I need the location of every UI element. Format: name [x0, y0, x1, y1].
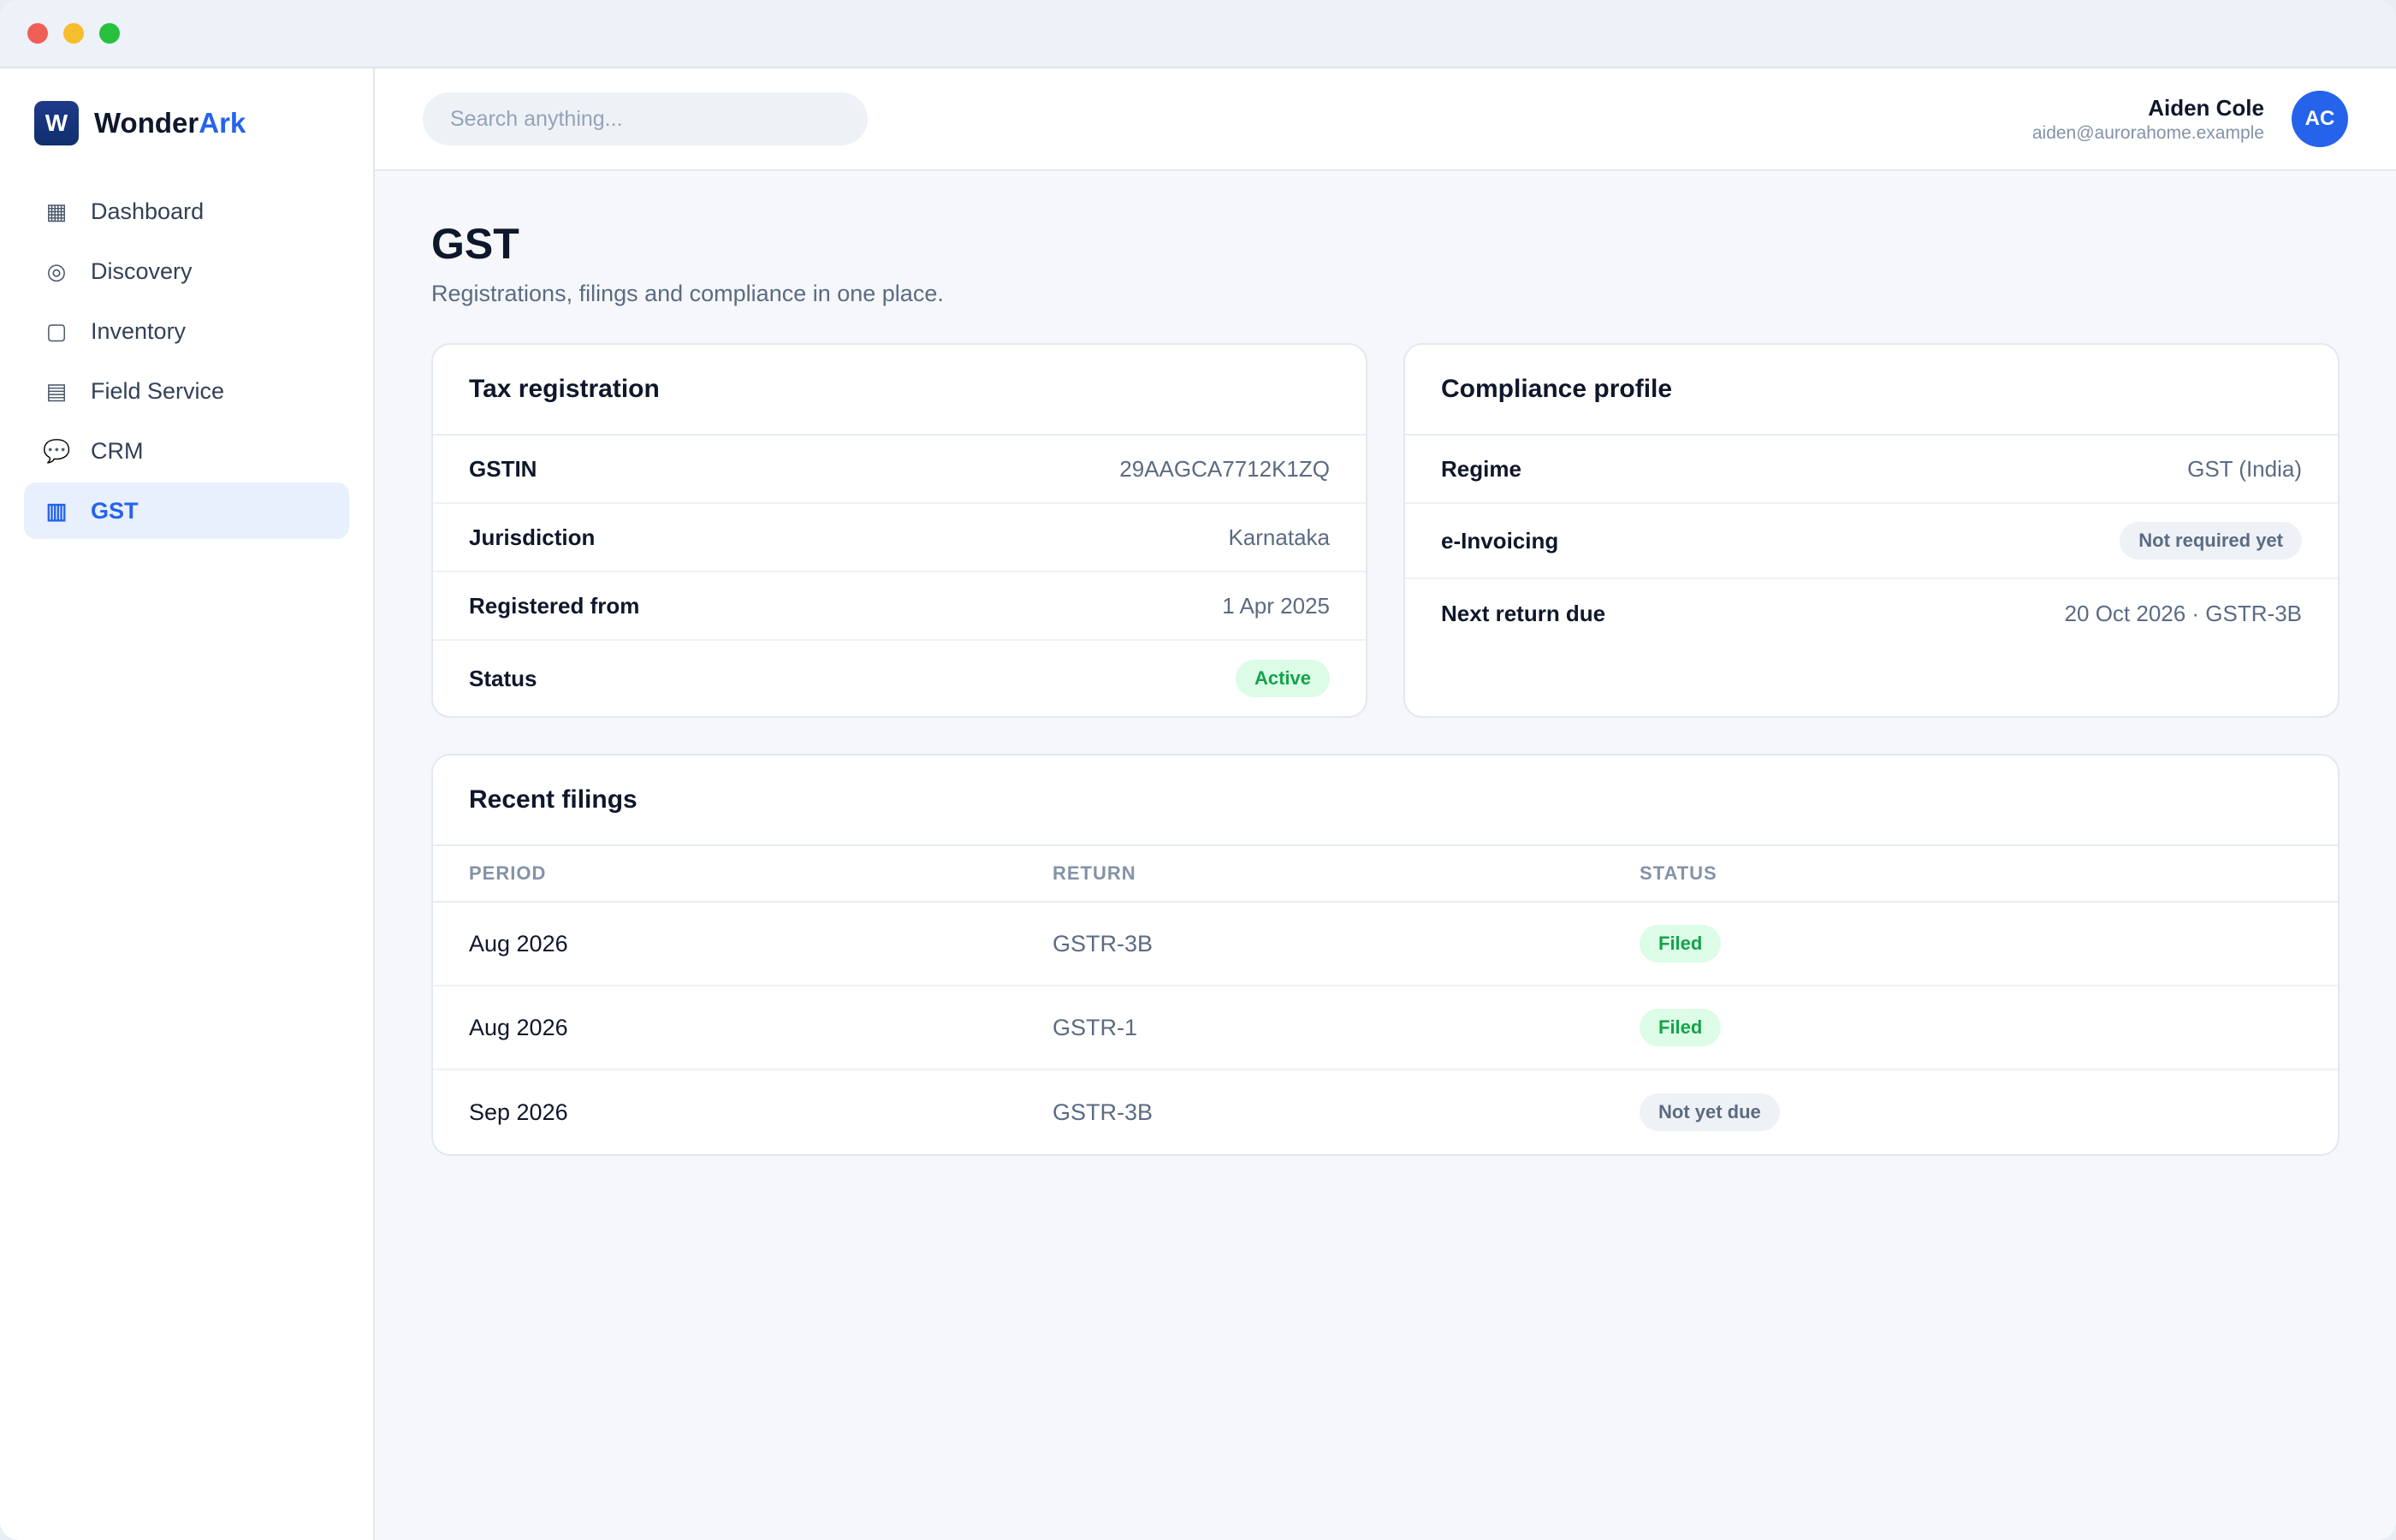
kv-row-regime: Regime GST (India)	[1405, 435, 2338, 504]
cell-period: Aug 2026	[469, 1014, 568, 1040]
kv-label: Next return due	[1441, 600, 1606, 626]
sidebar-item-dashboard[interactable]: ▦ Dashboard	[24, 183, 349, 240]
dashboard-icon: ▦	[45, 198, 68, 224]
kv-row-jurisdiction: Jurisdiction Karnataka	[433, 504, 1366, 572]
table-row[interactable]: Sep 2026 GSTR-3B Not yet due	[433, 1070, 2338, 1154]
cell-period: Sep 2026	[469, 1099, 568, 1125]
status-badge: Filed	[1640, 925, 1722, 962]
sidebar-item-discovery[interactable]: ◎ Discovery	[24, 243, 349, 299]
sidebar-item-label: CRM	[91, 437, 144, 464]
top-bar: Aiden Cole aiden@aurorahome.example AC	[375, 68, 2396, 171]
kv-row-status: Status Active	[433, 641, 1366, 716]
card-title: Compliance profile	[1405, 345, 2338, 435]
sidebar-item-field-service[interactable]: ▤ Field Service	[24, 363, 349, 419]
card-title: Recent filings	[433, 755, 2338, 846]
table-row[interactable]: Aug 2026 GSTR-1 Filed	[433, 986, 2338, 1070]
title-bar	[0, 0, 2396, 68]
sidebar-item-inventory[interactable]: ▢ Inventory	[24, 303, 349, 359]
sidebar-item-label: GST	[91, 497, 139, 524]
status-badge: Not yet due	[1640, 1093, 1780, 1131]
kv-label: GSTIN	[469, 455, 537, 482]
kv-label: Regime	[1441, 455, 1521, 482]
inventory-icon: ▢	[45, 317, 68, 344]
kv-label: Jurisdiction	[469, 524, 596, 550]
close-window-button[interactable]	[27, 23, 48, 44]
brand-name: WonderArk	[94, 107, 246, 139]
sidebar-item-label: Dashboard	[91, 198, 205, 224]
card-title: Tax registration	[433, 345, 1366, 435]
search-input[interactable]	[423, 92, 868, 145]
minimize-window-button[interactable]	[63, 23, 84, 44]
main-area: Aiden Cole aiden@aurorahome.example AC G…	[375, 68, 2396, 1540]
sidebar-item-label: Field Service	[91, 377, 225, 404]
cell-return: GSTR-3B	[1053, 1099, 1154, 1125]
field-service-icon: ▤	[45, 377, 68, 404]
brand-logo: W	[34, 101, 79, 145]
user-email: aiden@aurorahome.example	[2031, 122, 2264, 143]
sidebar-item-gst[interactable]: ▥ GST	[24, 483, 349, 539]
kv-label: Status	[469, 665, 537, 691]
chat-icon: 💬	[43, 437, 71, 464]
recent-filings-card: Recent filings PERIOD RETURN STATUS Aug …	[431, 754, 2340, 1156]
column-header-period: PERIOD	[469, 862, 547, 884]
user-name: Aiden Cole	[2148, 94, 2264, 121]
table-header: PERIOD RETURN STATUS	[433, 846, 2338, 903]
kv-label: Registered from	[469, 592, 640, 619]
compliance-profile-card: Compliance profile Regime GST (India) e-…	[1403, 343, 2340, 718]
kv-row-registered-from: Registered from 1 Apr 2025	[433, 572, 1366, 641]
kv-row-next-return-due: Next return due 20 Oct 2026 · GSTR-3B	[1405, 579, 2338, 648]
kv-value: 29AAGCA7712K1ZQ	[1119, 455, 1330, 482]
kv-label: e-Invoicing	[1441, 527, 1559, 554]
cell-return: GSTR-3B	[1053, 930, 1154, 957]
kv-value: 20 Oct 2026 · GSTR-3B	[2064, 600, 2302, 626]
kv-row-e-invoicing: e-Invoicing Not required yet	[1405, 504, 2338, 579]
page-subtitle: Registrations, filings and compliance in…	[431, 281, 944, 306]
page-title: GST	[431, 220, 519, 268]
gst-icon: ▥	[45, 497, 68, 524]
sidebar-item-crm[interactable]: 💬 CRM	[24, 423, 349, 479]
sidebar-nav: ▦ Dashboard ◎ Discovery ▢ Inventory ▤ Fi…	[24, 183, 349, 539]
status-badge: Filed	[1640, 1009, 1722, 1046]
status-badge: Not required yet	[2120, 522, 2302, 560]
page-content: GST Registrations, filings and complianc…	[375, 171, 2396, 1156]
kv-value: GST (India)	[2187, 455, 2302, 482]
cell-return: GSTR-1	[1053, 1014, 1138, 1040]
column-header-status: STATUS	[1640, 862, 1717, 884]
sidebar-item-label: Inventory	[91, 317, 187, 344]
discovery-icon: ◎	[46, 258, 67, 284]
column-header-return: RETURN	[1053, 862, 1136, 884]
app-window: W WonderArk ▦ Dashboard ◎ Discovery ▢ In…	[0, 0, 2396, 1540]
kv-row-gstin: GSTIN 29AAGCA7712K1ZQ	[433, 435, 1366, 504]
tax-registration-card: Tax registration GSTIN 29AAGCA7712K1ZQ J…	[431, 343, 1367, 718]
kv-value: Karnataka	[1228, 524, 1330, 550]
brand[interactable]: W WonderArk	[34, 101, 349, 145]
kv-value: 1 Apr 2025	[1222, 592, 1330, 619]
table-row[interactable]: Aug 2026 GSTR-3B Filed	[433, 903, 2338, 986]
sidebar-item-label: Discovery	[91, 258, 193, 284]
status-badge: Active	[1235, 660, 1330, 697]
cell-period: Aug 2026	[469, 930, 568, 957]
sidebar: W WonderArk ▦ Dashboard ◎ Discovery ▢ In…	[0, 68, 375, 1540]
maximize-window-button[interactable]	[99, 23, 120, 44]
user-menu[interactable]: Aiden Cole aiden@aurorahome.example AC	[2032, 91, 2348, 147]
avatar[interactable]: AC	[2292, 91, 2348, 147]
